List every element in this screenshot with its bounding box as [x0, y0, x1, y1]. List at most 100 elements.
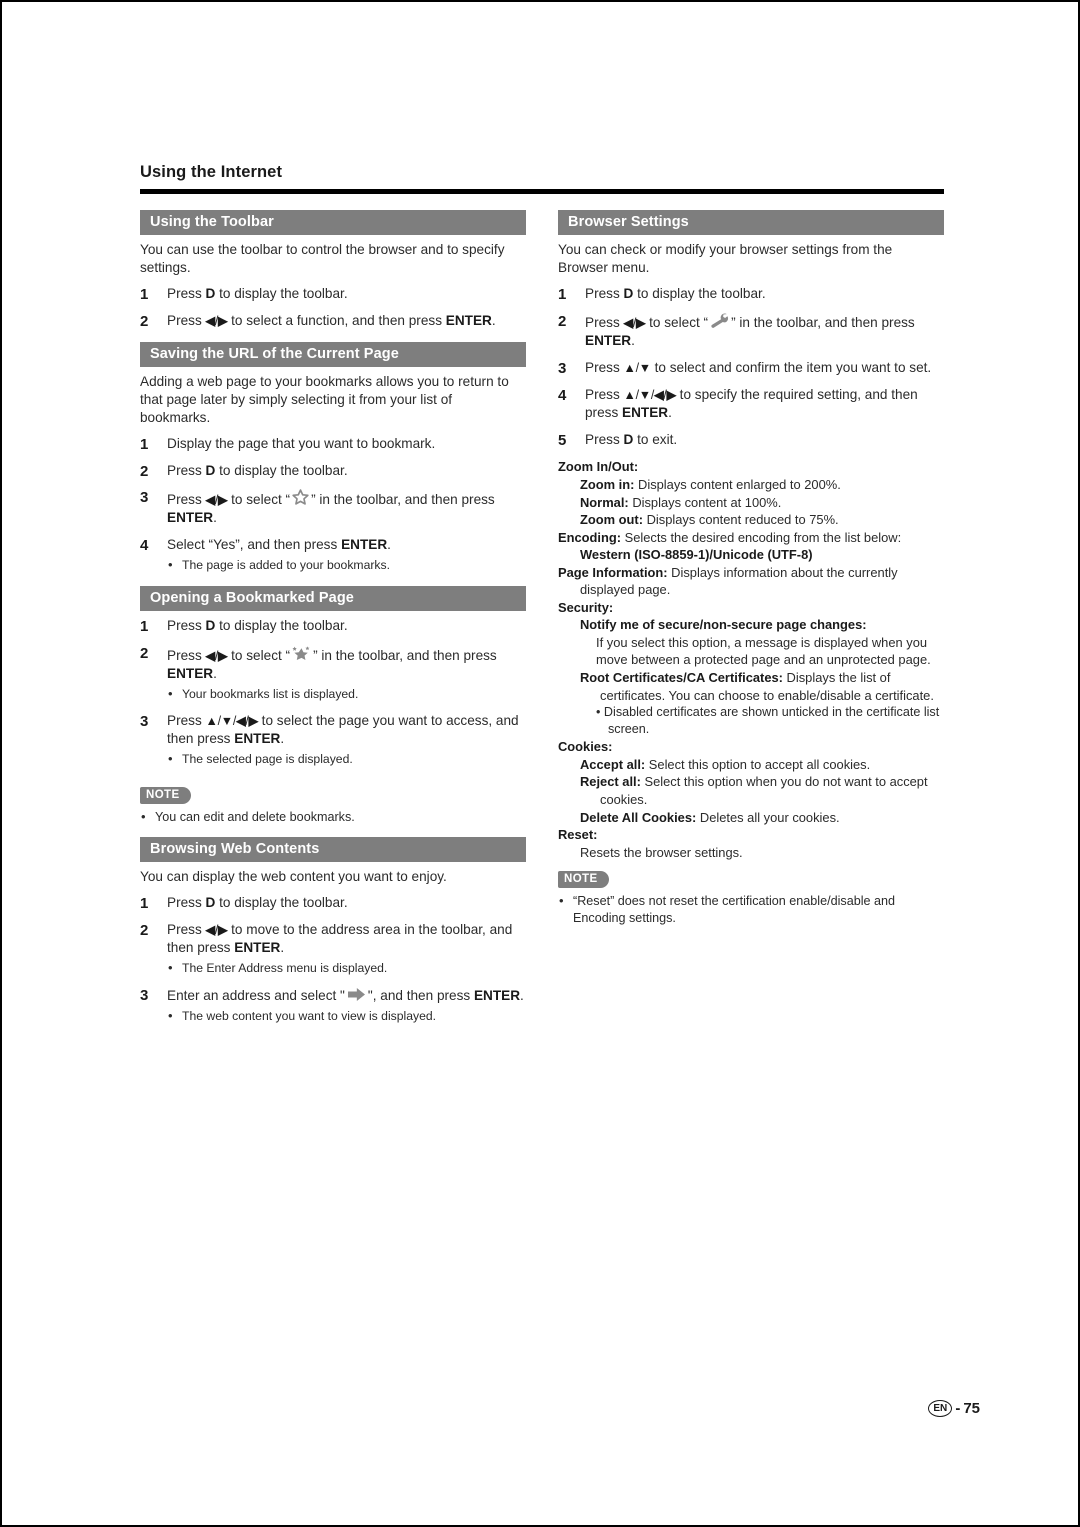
bullet-item: The Enter Address menu is displayed. [167, 960, 526, 977]
step-item: 2 Press D to display the toolbar. [140, 462, 526, 480]
step-text: Press ▲/▼/◀/▶ to select the page you wan… [167, 712, 519, 746]
step-number: 1 [558, 285, 567, 303]
bullet-item: The web content you want to view is disp… [167, 1008, 526, 1025]
security-label: Security: [558, 599, 944, 617]
step-number: 3 [140, 712, 149, 730]
note-item: “Reset” does not reset the certification… [558, 892, 944, 927]
step-number: 2 [558, 312, 567, 330]
step-item: 4 Press ▲/▼/◀/▶ to specify the required … [558, 386, 944, 422]
go-arrow-icon [346, 986, 367, 1003]
section-heading-opening-a-bookmarked-page: Opening a Bookmarked Page [140, 586, 526, 612]
normal-definition: Normal: Displays content at 100%. [580, 494, 944, 512]
cookies-label: Cookies: [558, 738, 944, 756]
root-certificates-bullet-text: Disabled certificates are shown unticked… [603, 705, 940, 737]
up-down-arrows-icon: ▲/▼ [623, 360, 652, 375]
accept-all-definition: Accept all: Select this option to accept… [580, 756, 944, 774]
encoding-value: Western (ISO-8859-1)/Unicode (UTF-8) [580, 546, 944, 564]
zoom-out-definition: Zoom out: Displays content reduced to 75… [580, 511, 944, 529]
steps-opening-a-bookmarked-page: 1 Press D to display the toolbar. 2 Pres… [140, 617, 526, 767]
step-number: 5 [558, 431, 567, 449]
delete-all-cookies-desc: Deletes all your cookies. [699, 809, 840, 825]
step-number: 2 [140, 312, 149, 330]
step-text: Enter an address and select " ", and then… [167, 988, 524, 1003]
section-intro-browsing-web-contents: You can display the web content you want… [140, 869, 447, 885]
step-text: Press D to display the toolbar. [167, 462, 348, 478]
step-item: 2 Press ◀/▶ to select a function, and th… [140, 312, 526, 330]
delete-all-cookies-definition: Delete All Cookies: Deletes all your coo… [580, 809, 944, 827]
root-certificates-definition: Root Certificates/CA Certificates: Displ… [580, 669, 944, 704]
step-number: 4 [558, 386, 567, 404]
step-text: Press ◀/▶ to select a function, and then… [167, 312, 496, 328]
page-footer: EN - 75 [928, 1400, 980, 1417]
zoom-in-out-label: Zoom In/Out: [558, 458, 944, 476]
section-heading-browser-settings: Browser Settings [558, 210, 944, 235]
notify-term-row: Notify me of secure/non-secure page chan… [580, 616, 944, 634]
note-badge: NOTE [558, 871, 609, 889]
steps-browser-settings: 1 Press D to display the toolbar. 2 Pres… [558, 285, 944, 449]
step-text: Press D to exit. [585, 431, 678, 447]
step-number: 1 [140, 435, 149, 453]
page-information-definition: Page Information: Displays information a… [558, 564, 944, 599]
step-number: 2 [140, 922, 149, 940]
reset-term: Reset: [558, 827, 598, 843]
step-text: Select “Yes”, and then press ENTER. [167, 537, 391, 553]
browser-settings-definitions: Zoom In/Out: Zoom in: Displays content e… [558, 458, 944, 861]
step-number: 2 [140, 645, 149, 663]
step-item: 5 Press D to exit. [558, 431, 944, 449]
security-term: Security: [558, 599, 614, 615]
step-text: Press ◀/▶ to select “” in the toolbar, a… [585, 313, 915, 348]
zoom-in-desc: Displays content enlarged to 200%. [638, 476, 841, 492]
note-list: “Reset” does not reset the certification… [558, 892, 944, 927]
step-item: 3 Enter an address and select " ", and th… [140, 986, 526, 1025]
left-column: Using the Toolbar You can use the toolba… [140, 210, 526, 1034]
step-item: 1 Press D to display the toolbar. [140, 894, 526, 912]
step-text: Display the page that you want to bookma… [167, 435, 436, 451]
step-text: Press ◀/▶ to move to the address area in… [167, 922, 513, 956]
section-intro-saving-the-url: Adding a web page to your bookmarks allo… [140, 373, 509, 425]
normal-term: Normal: [580, 494, 629, 510]
bullet-item: The selected page is displayed. [167, 751, 526, 768]
encoding-definition: Encoding: Selects the desired encoding f… [558, 529, 944, 547]
step-item: 2 Press ◀/▶ to move to the address area … [140, 921, 526, 977]
left-right-arrows-icon: ◀/▶ [205, 649, 228, 664]
root-certificates-term: Root Certificates/CA Certificates: [580, 670, 783, 685]
step-item: 4 Select “Yes”, and then press ENTER. Th… [140, 536, 526, 574]
left-right-arrows-icon: ◀/▶ [205, 493, 228, 508]
running-head: Using the Internet [140, 163, 283, 181]
root-certificates-bullet: • Disabled certificates are shown untick… [596, 705, 940, 737]
notify-desc: If you select this option, a message is … [596, 634, 931, 668]
normal-desc: Displays content at 100%. [632, 494, 782, 510]
zoom-out-desc: Displays content reduced to 75%. [646, 512, 839, 528]
page-information-term: Page Information: [558, 564, 668, 580]
bullet-item: Your bookmarks list is displayed. [167, 686, 526, 703]
left-right-arrows-icon: ◀/▶ [623, 315, 646, 330]
note-item: You can edit and delete bookmarks. [140, 808, 526, 826]
step-text: Press ◀/▶ to select “” in the toolbar, a… [167, 489, 495, 525]
step-number: 3 [140, 489, 149, 507]
two-column-layout: Using the Toolbar You can use the toolba… [140, 210, 944, 1034]
section-heading-using-the-toolbar: Using the Toolbar [140, 210, 526, 235]
page-border-top [0, 0, 1080, 2]
step-number: 1 [140, 895, 149, 913]
section-heading-saving-the-url: Saving the URL of the Current Page [140, 341, 526, 367]
step-item: 1 Press D to display the toolbar. [558, 285, 944, 303]
accept-all-desc: Select this option to accept all cookies… [648, 756, 871, 772]
step-text: Press D to display the toolbar. [167, 895, 348, 911]
note-badge: NOTE [140, 786, 191, 804]
step-number: 3 [558, 359, 567, 377]
section-heading-browsing-web-contents: Browsing Web Contents [140, 837, 526, 863]
step-item: 2 Press ◀/▶ to select “” in the toolbar,… [558, 312, 944, 350]
star-sparkle-icon [291, 644, 312, 663]
language-badge: EN [928, 1400, 953, 1417]
zoom-out-term: Zoom out: [580, 512, 643, 528]
left-right-arrows-icon: ◀/▶ [205, 923, 228, 938]
four-direction-arrows-icon: ▲/▼/◀/▶ [623, 387, 677, 402]
step-item: 1 Press D to display the toolbar. [140, 617, 526, 635]
step-item: 2 Press ◀/▶ to select “” in the toolbar,… [140, 644, 526, 703]
step-text: Press ◀/▶ to select “” in the toolbar, a… [167, 646, 497, 681]
step-item: 1 Press D to display the toolbar. [140, 285, 526, 303]
zoom-in-out-term: Zoom In/Out: [558, 459, 639, 475]
step-bullets: The page is added to your bookmarks. [167, 557, 526, 574]
notify-term: Notify me of secure/non-secure page chan… [580, 617, 867, 633]
step-text: Press ▲/▼ to select and confirm the item… [585, 359, 932, 375]
